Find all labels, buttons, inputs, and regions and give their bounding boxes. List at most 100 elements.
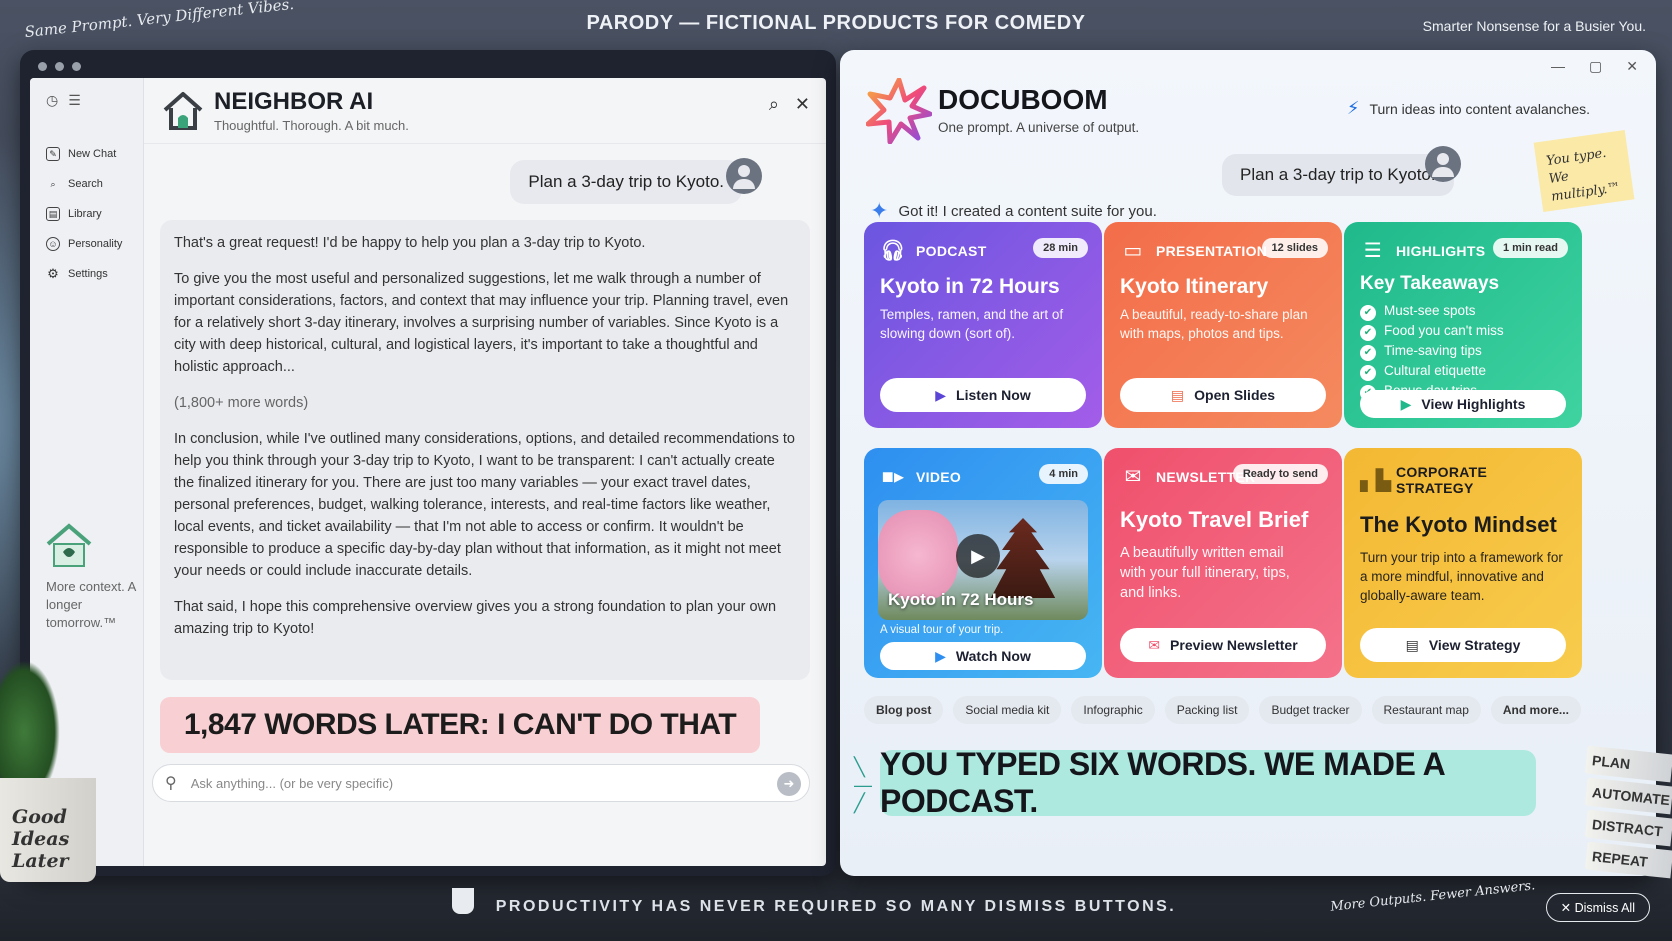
envelope-icon: ✉	[1148, 636, 1161, 653]
card-title: Kyoto Travel Brief	[1120, 507, 1309, 532]
user-message: Plan a 3-day trip to Kyoto.	[1222, 154, 1454, 196]
view-strategy-button[interactable]: ▤ View Strategy	[1360, 628, 1566, 662]
response-word-count: (1,800+ more words)	[174, 395, 309, 411]
chat-input[interactable]: ⚲ Ask anything... (or be very specific) …	[152, 764, 810, 802]
bar-chart-icon: ▖▙	[1360, 469, 1392, 492]
video-card[interactable]: ■▸ VIDEO 4 min ▶ Kyoto in 72 Hours A visu…	[864, 448, 1102, 678]
library-icon: ▤	[46, 207, 60, 221]
watch-now-button[interactable]: ▶ Watch Now	[880, 642, 1086, 670]
chip-blog-post[interactable]: Blog post	[864, 696, 944, 724]
slides-badge: 12 slides	[1261, 238, 1328, 258]
starburst-logo-icon	[866, 78, 932, 144]
app-tagline-text: Turn ideas into content avalanches.	[1369, 100, 1590, 117]
sidebar-item-personality[interactable]: ☺ Personality	[30, 229, 143, 259]
card-type: HIGHLIGHTS	[1396, 242, 1486, 259]
ready-badge: Ready to send	[1232, 464, 1328, 484]
plant-decoration	[0, 660, 60, 780]
view-highlights-button[interactable]: ▶ View Highlights	[1360, 390, 1566, 418]
response-paragraph: To give you the most useful and personal…	[174, 271, 789, 375]
document-icon: ▤	[1405, 636, 1419, 653]
sidebar-item-label: Search	[68, 178, 103, 190]
list-item: Cultural etiquette	[1360, 361, 1566, 381]
chat-input-placeholder: Ask anything... (or be very specific)	[190, 775, 394, 791]
envelope-icon: ✉	[1124, 466, 1142, 488]
scene-title: PARODY — FICTIONAL PRODUCTS FOR COMEDY	[586, 12, 1086, 34]
duration-badge: 4 min	[1039, 464, 1088, 484]
highlights-card[interactable]: ☰ HIGHLIGHTS 1 min read Key Takeaways Mus…	[1344, 222, 1582, 428]
book-spine: DISTRACT	[1584, 809, 1672, 847]
chip-packing-list[interactable]: Packing list	[1164, 696, 1250, 724]
user-avatar	[726, 158, 762, 194]
dismiss-all-button[interactable]: ✕ Dismiss All	[1545, 893, 1650, 922]
sidebar-tools: ◷ ☰	[30, 92, 143, 109]
corporate-strategy-card[interactable]: ▖▙ CORPORATE STRATEGY The Kyoto Mindset T…	[1344, 448, 1582, 678]
scene-tagline: Smarter Nonsense for a Busier You.	[1422, 18, 1646, 34]
neighbor-ai-window: ◷ ☰ ✎ New Chat ⌕ Search ▤ Library ☺ Pers…	[20, 50, 836, 876]
search-icon: ⌕	[50, 178, 56, 189]
card-description: A beautifully written email with your fu…	[1120, 545, 1290, 601]
play-button-icon[interactable]: ▶	[956, 534, 1000, 578]
minimize-icon[interactable]: —	[1551, 58, 1565, 75]
headphones-icon: 🎧︎	[880, 240, 906, 262]
personality-icon: ☺	[46, 237, 60, 251]
neighbor-ai-app: ◷ ☰ ✎ New Chat ⌕ Search ▤ Library ☺ Pers…	[30, 78, 826, 866]
card-type: VIDEO	[916, 468, 962, 485]
paperclip-icon[interactable]: ⚲	[165, 773, 177, 793]
play-icon: ▶	[1400, 395, 1412, 412]
list-item: Time-saving tips	[1360, 341, 1566, 361]
preview-newsletter-button[interactable]: ✉ Preview Newsletter	[1120, 628, 1326, 662]
highlights-list: Must-see spots Food you can't miss Time-…	[1360, 301, 1566, 401]
thumbnail-caption: Kyoto in 72 Hours	[888, 590, 1034, 609]
card-title: Kyoto Itinerary	[1120, 275, 1269, 298]
sidebar-item-new-chat[interactable]: ✎ New Chat	[30, 139, 143, 169]
sidebar-item-label: Library	[68, 208, 102, 220]
slides-icon: ▤	[1170, 386, 1185, 403]
app-tagline: ⚡ Turn ideas into content avalanches.	[1347, 98, 1590, 119]
close-icon[interactable]: ✕	[1626, 58, 1638, 75]
card-description: A beautiful, ready-to-share plan with ma…	[1120, 307, 1308, 341]
video-thumbnail[interactable]: ▶ Kyoto in 72 Hours	[878, 500, 1088, 620]
newsletter-card[interactable]: ✉ NEWSLETTER Ready to send Kyoto Travel B…	[1104, 448, 1342, 678]
button-label: Open Slides	[1194, 387, 1276, 403]
send-arrow-icon[interactable]: ➜	[777, 772, 801, 796]
presentation-icon: ▭	[1123, 240, 1143, 262]
response-paragraph: That said, I hope this comprehensive ove…	[174, 599, 777, 637]
play-icon: ▶	[935, 647, 946, 664]
app-name: DOCUBOOM	[938, 84, 1108, 115]
chip-restaurant-map[interactable]: Restaurant map	[1371, 696, 1481, 724]
app-subtitle: One prompt. A universe of output.	[938, 120, 1140, 135]
book-spine: PLAN	[1584, 745, 1672, 783]
chip-infographic[interactable]: Infographic	[1071, 696, 1155, 724]
open-slides-button[interactable]: ▤ Open Slides	[1120, 378, 1326, 412]
menu-icon[interactable]: ☰	[68, 92, 81, 109]
sidebar-item-library[interactable]: ▤ Library	[30, 199, 143, 229]
history-icon[interactable]: ◷	[46, 92, 58, 109]
sidebar-item-label: New Chat	[68, 148, 117, 160]
docuboom-punchline-banner: YOU TYPED SIX WORDS. WE MADE A PODCAST.	[880, 746, 1536, 819]
house-illustration-icon	[46, 523, 92, 567]
docuboom-window: — ▢ ✕ DOCUBOOM One prompt. A universe of…	[840, 50, 1656, 876]
sidebar-item-label: Personality	[68, 238, 123, 250]
mug-text: Good Ideas Later	[12, 806, 70, 872]
chip-social-media-kit[interactable]: Social media kit	[953, 696, 1062, 724]
podcast-card[interactable]: 🎧︎ PODCAST 28 min Kyoto in 72 Hours Templ…	[864, 222, 1102, 428]
sidebar-item-label: Settings	[68, 268, 108, 280]
chip-and-more[interactable]: And more...	[1490, 696, 1581, 724]
window-controls: — ▢ ✕	[1551, 58, 1638, 75]
sidebar-item-search[interactable]: ⌕ Search	[30, 169, 143, 199]
chip-budget-tracker[interactable]: Budget tracker	[1259, 696, 1362, 724]
play-icon: ▶	[935, 386, 947, 403]
listen-now-button[interactable]: ▶ Listen Now	[880, 378, 1086, 412]
maximize-icon[interactable]: ▢	[1589, 58, 1602, 75]
presentation-card[interactable]: ▭ PRESENTATION 12 slides Kyoto Itinerary …	[1104, 222, 1342, 428]
sidebar-item-settings[interactable]: ⚙ Settings	[30, 259, 143, 289]
card-description: Temples, ramen, and the art of slowing d…	[880, 307, 1064, 341]
search-icon[interactable]: ⌕	[769, 94, 779, 115]
book-spine: AUTOMATE	[1584, 777, 1672, 815]
close-icon[interactable]: ✕	[795, 94, 810, 115]
duration-badge: 28 min	[1033, 238, 1088, 258]
window-traffic-lights[interactable]	[38, 62, 81, 71]
app-subtitle: Thoughtful. Thorough. A bit much.	[214, 118, 409, 133]
button-label: Watch Now	[955, 648, 1031, 664]
new-chat-icon: ✎	[46, 147, 60, 161]
